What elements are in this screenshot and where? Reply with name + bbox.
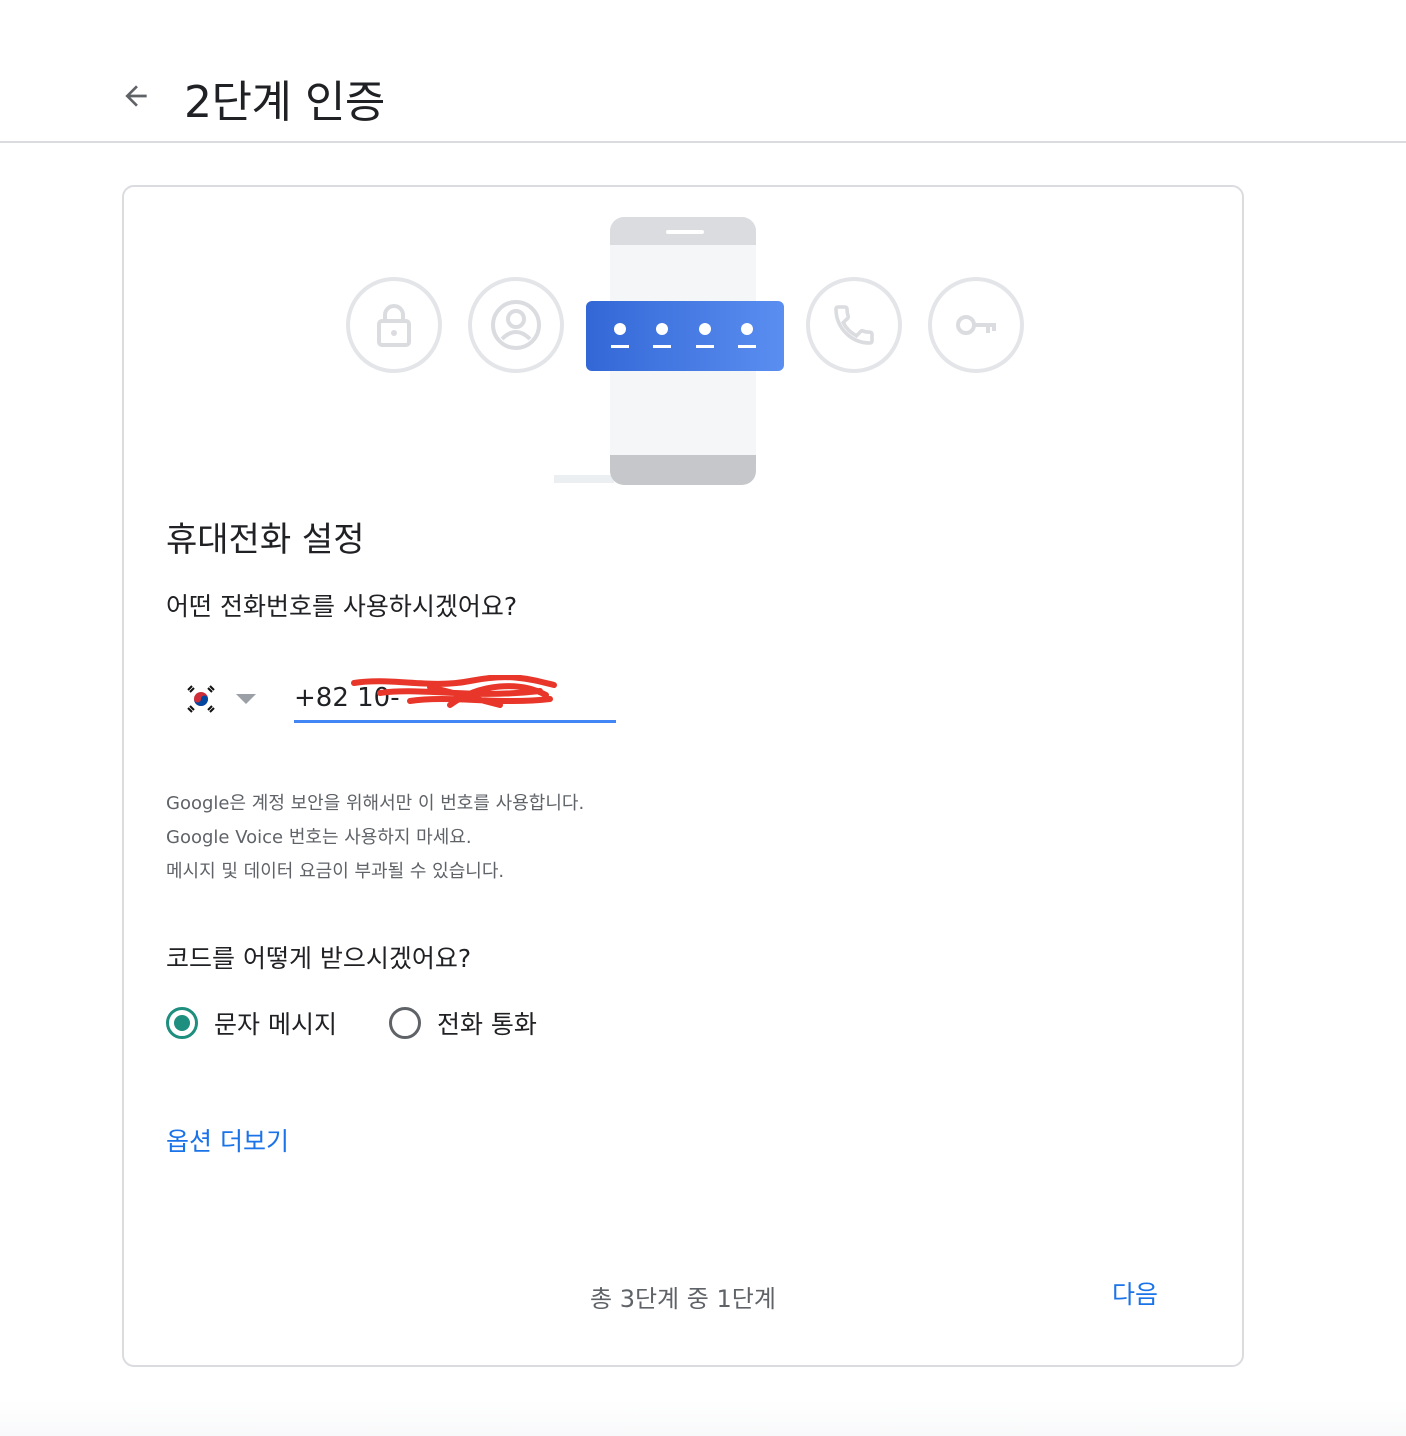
phone-input[interactable] [294,679,616,717]
phone-field[interactable] [294,675,616,723]
account-circle-icon [468,277,564,373]
korea-flag-icon [187,685,215,713]
page-title: 2단계 인증 [184,77,385,128]
passcode-banner [586,301,784,371]
radio-label-call: 전화 통화 [436,1010,537,1039]
radio-button-unchecked[interactable] [388,1007,421,1039]
key-icon [928,277,1024,373]
app-header: 2단계 인증 [0,0,1406,143]
arrow-back-icon [125,85,147,107]
disclaimer-line: Google은 계정 보안을 위해서만 이 번호를 사용합니다. [166,793,585,814]
phone-call-icon [806,277,902,373]
radio-button-checked[interactable] [166,1007,198,1039]
next-button[interactable]: 다음 [1090,1265,1180,1321]
page-bottom-shade [0,1400,1406,1436]
dropdown-arrow-icon [236,694,256,704]
radio-dot [174,1015,190,1031]
lock-icon [346,277,442,373]
country-select[interactable] [184,677,274,721]
setup-card: 휴대전화 설정 어떤 전화번호를 사용하시겠어요? Google은 계정 보안을… [122,185,1244,1367]
delivery-radio-group: 문자 메시지 전화 통화 [166,1005,589,1041]
phone-question: 어떤 전화번호를 사용하시겠어요? [166,592,518,621]
section-title: 휴대전화 설정 [166,520,365,560]
back-button[interactable] [112,72,160,120]
step-indicator: 총 3단계 중 1단계 [590,1285,776,1313]
disclaimer-line: Google Voice 번호는 사용하지 마세요. [166,827,472,848]
disclaimer-line: 메시지 및 데이터 요금이 부과될 수 있습니다. [166,861,505,882]
radio-option-call[interactable]: 전화 통화 [388,1005,537,1041]
disclaimer-text: Google은 계정 보안을 위해서만 이 번호를 사용합니다. Google … [166,787,584,889]
code-question: 코드를 어떻게 받으시겠어요? [166,944,472,973]
phone-illustration [344,215,1044,489]
radio-option-sms[interactable]: 문자 메시지 [166,1005,337,1041]
more-options-link[interactable]: 옵션 더보기 [166,1122,289,1158]
radio-label-sms: 문자 메시지 [214,1010,337,1039]
